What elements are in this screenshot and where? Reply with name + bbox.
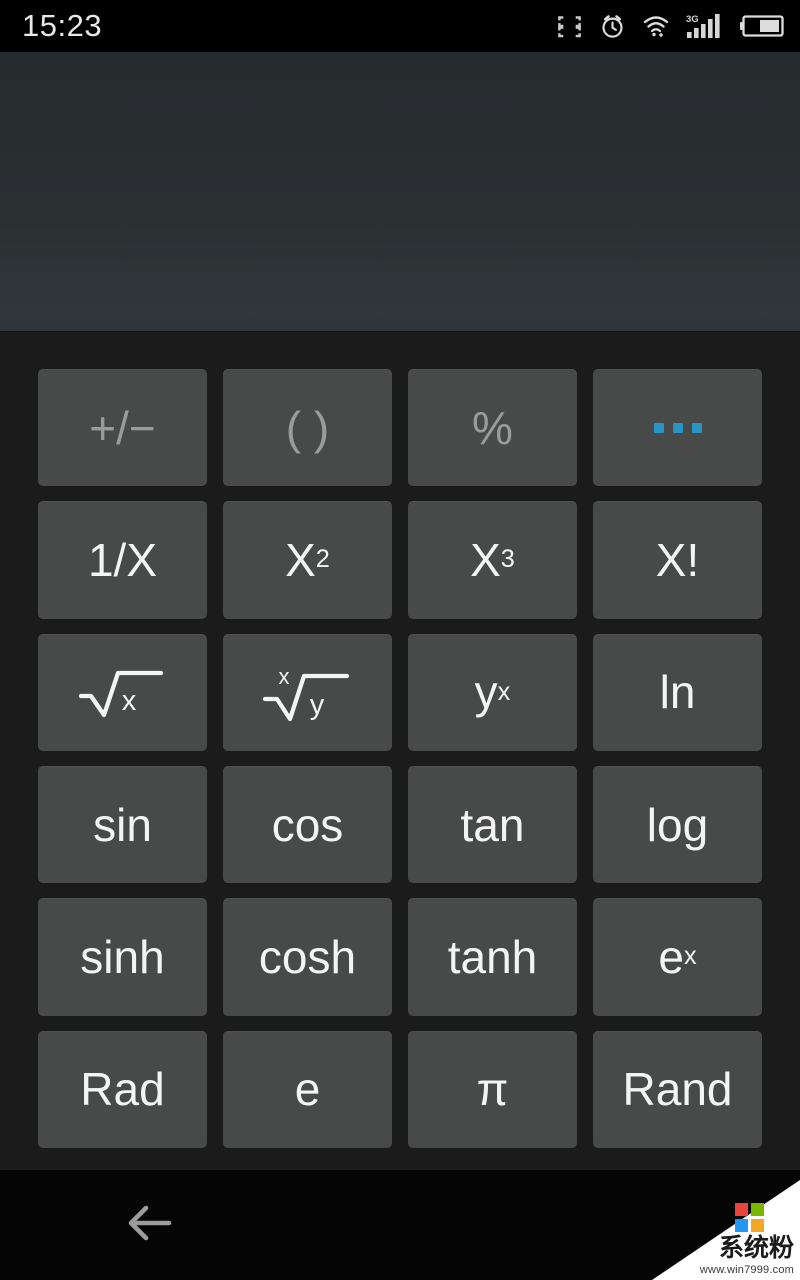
phone-screen: 15:23 3G +/− () % 1/X X 2 X 3 X! x x y … [0,0,800,1280]
wifi-icon [642,14,670,38]
key-cos[interactable]: cos [223,765,392,884]
key-label: tan [460,798,525,851]
key-nth-root[interactable]: x y [223,633,392,751]
key-label: cosh [258,930,357,983]
key-label: +/− [89,401,156,454]
key-label: e [658,930,684,983]
key-label: Rand [622,1063,733,1116]
radicand-label: x [121,685,136,717]
key-label: 1/X [87,533,158,586]
key-exponent: x [683,942,697,971]
key-label: π [476,1063,509,1116]
keypad-row: sinh cosh tanh ex [38,898,762,1016]
key-log[interactable]: log [593,765,762,884]
root-index-label: x [278,664,289,689]
qr-scan-icon [556,13,583,40]
keypad-row: x x y yx ln [38,633,762,751]
key-label: tanh [447,930,538,983]
key-exponent: 3 [500,545,515,574]
key-plus-minus[interactable]: +/− [38,369,207,487]
key-cosh[interactable]: cosh [223,898,392,1016]
key-parentheses[interactable]: ( ) [223,369,392,487]
status-clock: 15:23 [22,8,103,43]
key-sin[interactable]: sin [38,765,207,884]
key-percent[interactable]: % [408,369,577,487]
radicand-label: y [309,689,324,721]
battery-icon [740,13,786,39]
key-label: % [472,401,513,454]
key-cube[interactable]: X3 [408,501,577,619]
key-pi-constant[interactable]: π [408,1030,577,1148]
key-label: X [470,533,501,586]
calculator-display[interactable] [0,52,800,332]
square-root-icon: x [77,663,169,721]
key-label: X! [655,533,700,586]
keypad-row: sin cos tan log [38,765,762,884]
key-label: Rad [80,1063,165,1116]
display-value [26,245,774,305]
key-square[interactable]: X2 [223,501,392,619]
signal-3g-icon: 3G [686,13,724,40]
key-power-y-x[interactable]: yx [408,633,577,751]
key-exponent: x [497,677,511,706]
key-factorial[interactable]: X! [593,501,762,619]
system-nav-bar [0,1170,800,1280]
scientific-keypad: +/− ( ) % 1/X X2 X3 X! x x y y x ln sin … [0,333,800,1170]
status-icon-group: 3G [556,13,786,40]
key-exp[interactable]: ex [593,898,762,1016]
keypad-row: +/− ( ) % [38,369,762,487]
key-euler-constant[interactable]: e [223,1030,392,1148]
key-rad-mode[interactable]: Rad [38,1030,207,1148]
back-arrow-icon [121,1200,181,1251]
key-square-root[interactable]: x [38,633,207,751]
keypad-row: Rad e π Rand [38,1030,762,1148]
key-label: ln [659,666,696,719]
key-label: sinh [80,930,165,983]
key-label: X [285,533,316,586]
key-label: e [294,1063,321,1116]
keypad-row: 1/X X2 X3 X! [38,501,762,619]
more-dots-icon [653,422,702,433]
key-reciprocal[interactable]: 1/X [38,501,207,619]
key-label: sin [93,798,152,851]
nth-root-icon: x y [257,659,359,725]
key-label: cos [271,798,344,851]
svg-text:3G: 3G [686,14,699,25]
key-natural-log[interactable]: ln [593,633,762,751]
key-tanh[interactable]: tanh [408,898,577,1016]
key-tan[interactable]: tan [408,765,577,884]
back-button[interactable] [118,1192,184,1258]
key-label: log [646,798,709,851]
status-bar: 15:23 3G [0,0,800,52]
key-label: y [474,666,498,719]
key-more-options[interactable] [593,369,762,487]
alarm-clock-icon [599,13,626,40]
key-exponent: 2 [315,545,330,574]
key-sinh[interactable]: sinh [38,898,207,1016]
key-random[interactable]: Rand [593,1030,762,1148]
key-label: ( ) [285,401,330,454]
